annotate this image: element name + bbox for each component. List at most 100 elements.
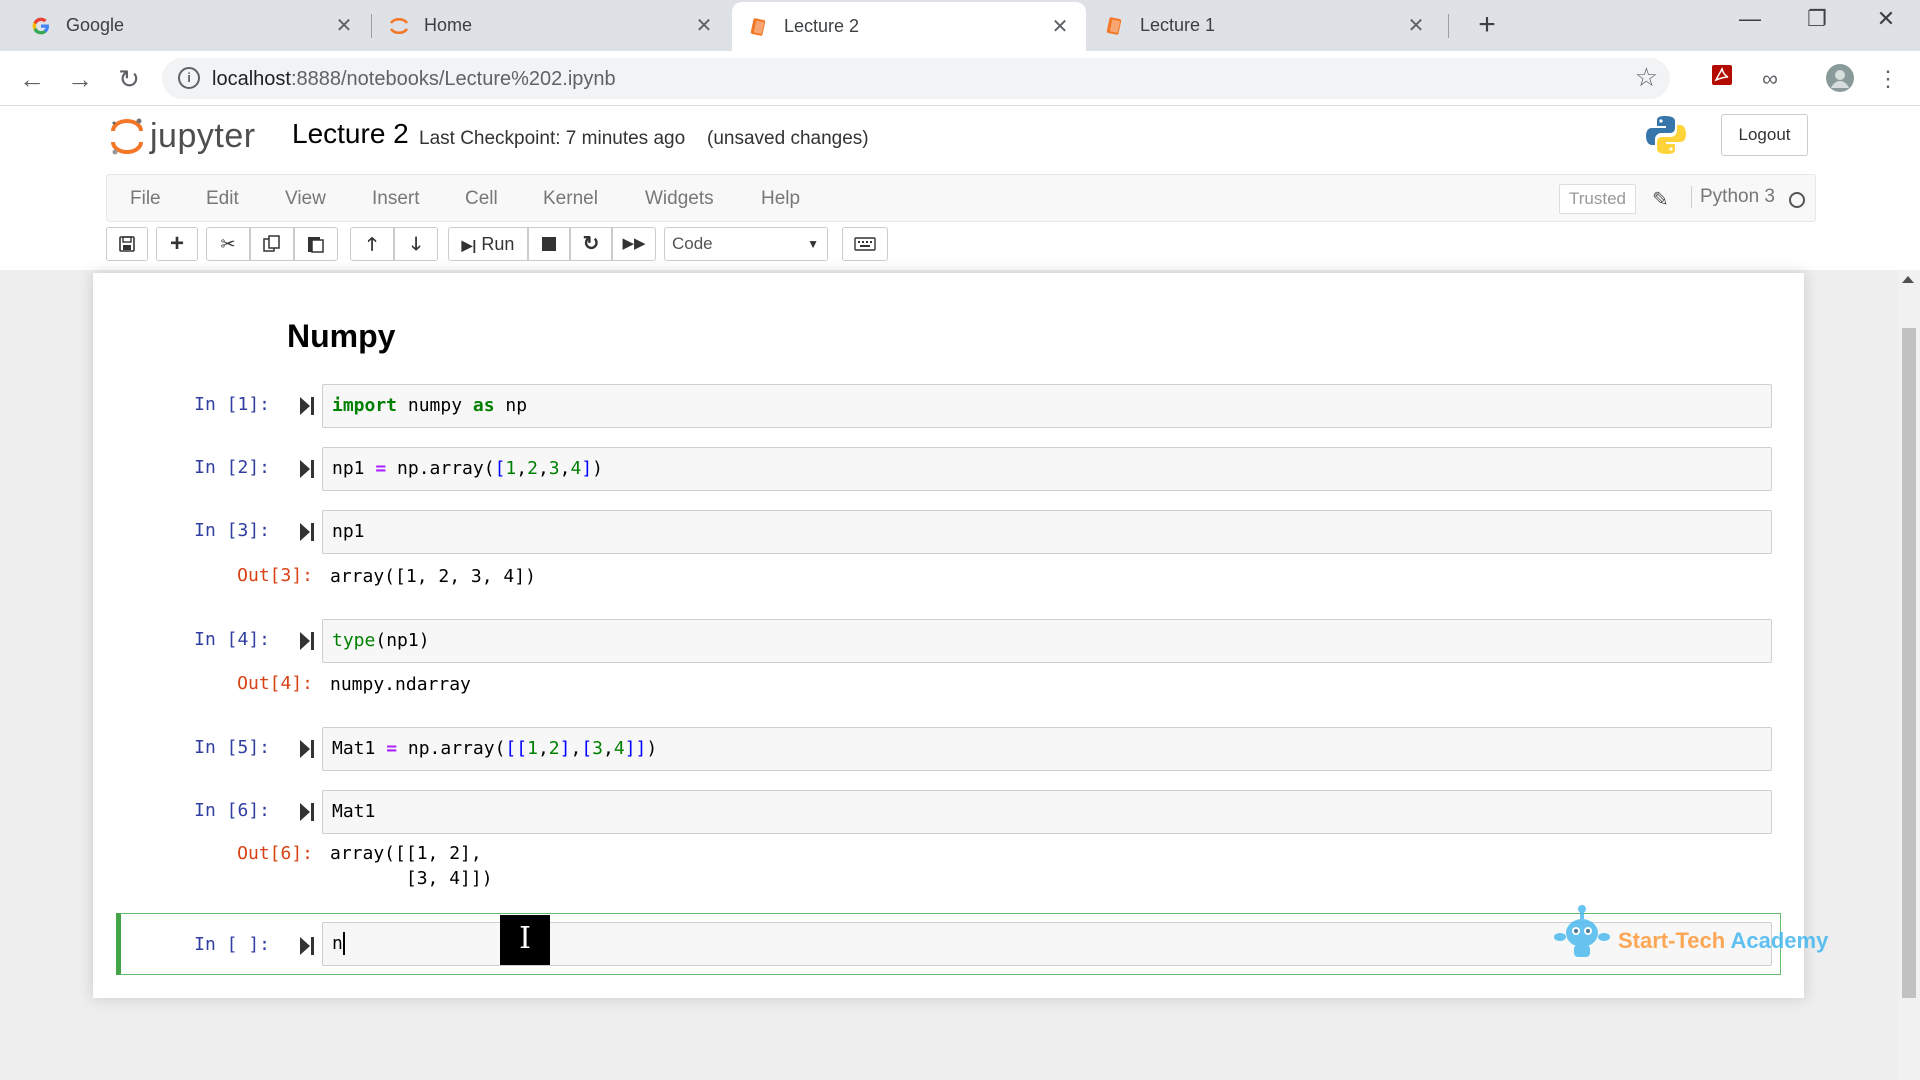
new-tab-button[interactable]: + [1470, 8, 1504, 42]
paste-button[interactable] [294, 227, 338, 261]
scroll-up-icon[interactable] [1902, 276, 1914, 283]
input-prompt: In [3]: [194, 520, 270, 541]
google-icon [30, 15, 52, 37]
kernel-name[interactable]: Python 3 [1691, 186, 1775, 208]
scissors-icon: ✂ [220, 234, 236, 254]
watermark-text: Start-Tech Academy [1618, 928, 1828, 954]
restart-kernel-button[interactable]: ↻ [570, 227, 612, 261]
run-cell-icon[interactable] [300, 803, 314, 821]
save-icon [119, 236, 135, 252]
menu-file[interactable]: File [130, 188, 161, 210]
run-cell-icon[interactable] [300, 460, 314, 478]
toolbar: + ✂ 🡑 🡓 ▶| Run ↻ ▶▶ Code ▼ [0, 224, 1920, 270]
interrupt-button[interactable] [528, 227, 570, 261]
scrollbar-thumb[interactable] [1902, 328, 1916, 998]
output-prompt: Out[3]: [237, 565, 313, 586]
menu-view[interactable]: View [285, 188, 326, 210]
notebook-name[interactable]: Lecture 2 [292, 118, 409, 150]
checkpoint-status: Last Checkpoint: 7 minutes ago [419, 128, 686, 149]
run-cell-icon[interactable] [300, 740, 314, 758]
menu-help[interactable]: Help [761, 188, 800, 210]
trusted-indicator[interactable]: Trusted [1559, 184, 1637, 214]
input-prompt: In [5]: [194, 737, 270, 758]
tab-label: Lecture 1 [1140, 15, 1216, 35]
code-text: Mat1 [332, 801, 376, 822]
run-cell-icon[interactable] [300, 397, 314, 415]
tab-lecture-1[interactable]: Lecture 1 ✕ [1088, 0, 1442, 51]
menu-kernel[interactable]: Kernel [543, 188, 598, 210]
browser-tab-bar: Google ✕ Home ✕ Lecture 2 ✕ Lecture 1 ✕ … [0, 0, 1920, 51]
run-button[interactable]: ▶| Run [448, 227, 528, 261]
pdf-extension-icon[interactable] [1706, 63, 1738, 95]
infinity-extension-icon[interactable]: ∞ [1754, 63, 1786, 95]
url-field[interactable]: i localhost:8888/notebooks/Lecture%202.i… [162, 58, 1670, 99]
copy-icon [263, 235, 280, 252]
markdown-heading: Numpy [287, 318, 396, 354]
cell-type-select[interactable]: Code ▼ [664, 227, 828, 261]
jupyter-logo[interactable]: jupyter [110, 116, 256, 156]
code-cell-input[interactable]: Mat1 [322, 790, 1772, 834]
close-tab-icon[interactable]: ✕ [332, 13, 356, 38]
code-cell-input[interactable]: np1 = np.array([1,2,3,4]) [322, 447, 1772, 491]
restore-icon[interactable]: ❐ [1797, 6, 1837, 32]
url-path: :8888/notebooks/Lecture%202.ipynb [290, 68, 616, 90]
arrow-down-icon: 🡓 [411, 234, 421, 254]
save-button[interactable] [106, 227, 148, 261]
url-text: localhost:8888/notebooks/Lecture%202.ipy… [212, 68, 616, 91]
forward-icon[interactable]: → [62, 61, 98, 97]
tab-home[interactable]: Home ✕ [372, 0, 730, 51]
run-cell-icon[interactable] [300, 937, 314, 955]
run-label: Run [481, 234, 515, 254]
start-tech-academy-watermark: Start-Tech Academy [1552, 903, 1832, 963]
back-icon[interactable]: ← [14, 61, 50, 97]
menu-edit[interactable]: Edit [206, 188, 239, 210]
input-prompt: In [2]: [194, 457, 270, 478]
menu-cell[interactable]: Cell [465, 188, 498, 210]
jupyter-logo-text: jupyter [150, 116, 256, 155]
run-cell-icon[interactable] [300, 632, 314, 650]
tab-separator [1448, 14, 1449, 38]
text-cursor [343, 932, 345, 955]
cell-output: numpy.ndarray [330, 674, 471, 695]
command-palette-button[interactable] [842, 227, 888, 261]
restart-run-all-button[interactable]: ▶▶ [612, 227, 656, 261]
arrow-up-icon: 🡑 [367, 234, 377, 254]
tab-label: Google [66, 15, 125, 35]
code-text: Mat1 = np.array([[1,2],[3,4]]) [332, 738, 658, 759]
url-host: localhost [212, 68, 291, 90]
scrollbar[interactable] [1898, 270, 1920, 1080]
minimize-icon[interactable]: — [1730, 6, 1770, 32]
copy-button[interactable] [250, 227, 294, 261]
chrome-menu-icon[interactable]: ⋮ [1872, 63, 1904, 95]
cut-button[interactable]: ✂ [206, 227, 250, 261]
jupyter-header: jupyter Lecture 2 Last Checkpoint: 7 min… [0, 106, 1920, 172]
close-tab-icon[interactable]: ✕ [1048, 14, 1072, 39]
run-cell-icon[interactable] [300, 523, 314, 541]
code-cell-input[interactable]: Mat1 = np.array([[1,2],[3,4]]) [322, 727, 1772, 771]
move-up-button[interactable]: 🡑 [350, 227, 394, 261]
bookmark-star-icon[interactable]: ☆ [1635, 62, 1658, 93]
close-tab-icon[interactable]: ✕ [692, 13, 716, 38]
insert-cell-button[interactable]: + [156, 227, 198, 261]
code-text: np1 [332, 521, 365, 542]
profile-avatar[interactable] [1824, 63, 1856, 95]
address-bar: ← → ↻ i localhost:8888/notebooks/Lecture… [0, 51, 1920, 106]
ibeam-cursor-icon: I [500, 915, 550, 965]
menu-widgets[interactable]: Widgets [645, 188, 714, 210]
info-icon[interactable]: i [178, 67, 200, 89]
menu-insert[interactable]: Insert [372, 188, 420, 210]
reload-icon[interactable]: ↻ [111, 61, 147, 97]
code-cell-input[interactable]: np1 [322, 510, 1772, 554]
autosave-status: (unsaved changes) [707, 128, 869, 149]
code-cell-input[interactable]: import numpy as np [322, 384, 1772, 428]
code-cell-input[interactable]: type(np1) [322, 619, 1772, 663]
close-window-icon[interactable]: ✕ [1866, 6, 1906, 32]
tab-google[interactable]: Google ✕ [0, 0, 370, 51]
move-down-button[interactable]: 🡓 [394, 227, 438, 261]
tab-lecture-2[interactable]: Lecture 2 ✕ [732, 2, 1086, 51]
logout-button[interactable]: Logout [1721, 114, 1808, 156]
plus-icon: + [169, 230, 184, 257]
robot-mascot-icon [1554, 905, 1610, 957]
close-tab-icon[interactable]: ✕ [1404, 13, 1428, 38]
fast-forward-icon: ▶▶ [622, 235, 646, 252]
